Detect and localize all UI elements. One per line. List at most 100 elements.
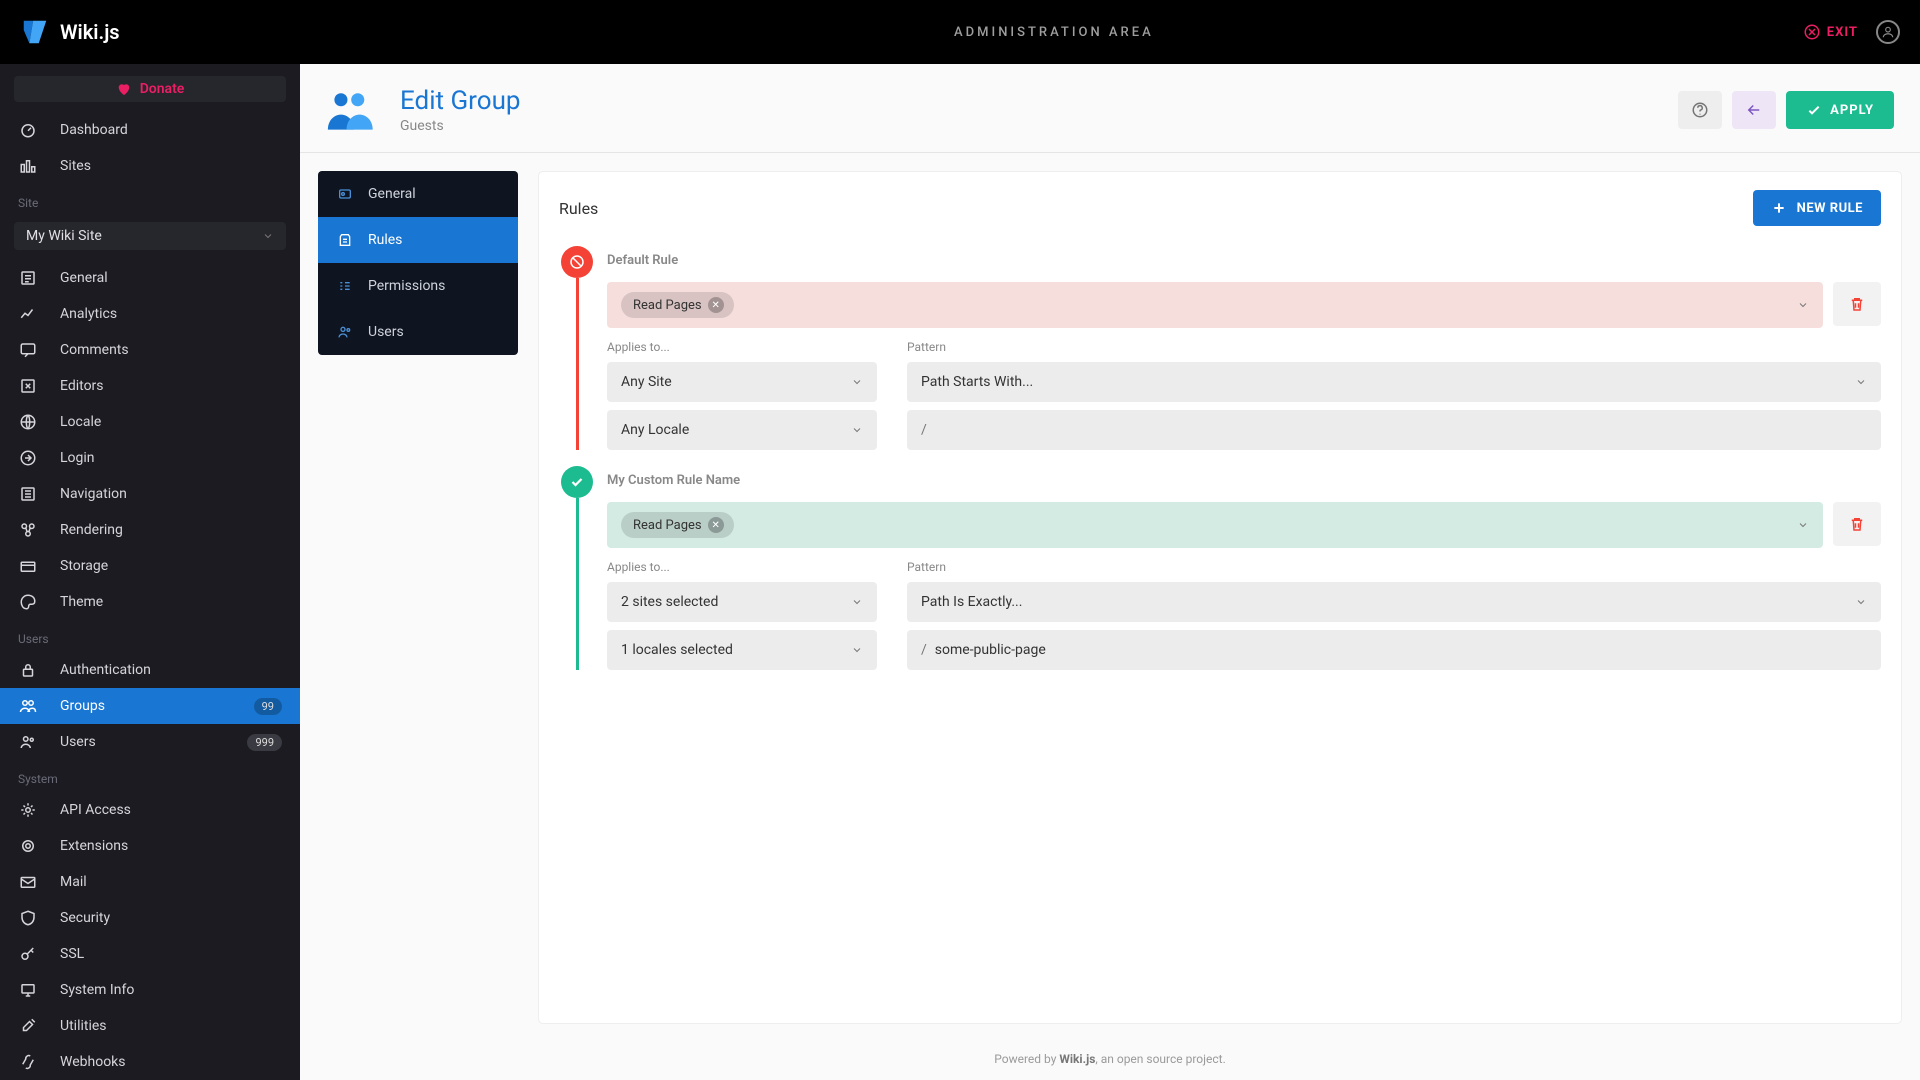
- sidebar-item-analytics[interactable]: Analytics: [0, 296, 300, 332]
- sidebar-item-label: Login: [60, 450, 95, 466]
- chevron-down-icon: [851, 644, 863, 656]
- sidebar-item-system-info[interactable]: System Info: [0, 972, 300, 1008]
- group-tabs: General Rules Permissions Users: [318, 171, 518, 355]
- sidebar-item-label: Locale: [60, 414, 101, 430]
- sidebar-item-mail[interactable]: Mail: [0, 864, 300, 900]
- info-icon: [18, 980, 38, 1000]
- mail-icon: [18, 872, 38, 892]
- sidebar-item-label: Rendering: [60, 522, 123, 538]
- site-selector[interactable]: My Wiki Site: [14, 222, 286, 250]
- sidebar-item-locale[interactable]: Locale: [0, 404, 300, 440]
- sidebar-item-navigation[interactable]: Navigation: [0, 476, 300, 512]
- users-icon: [18, 732, 38, 752]
- delete-rule-button[interactable]: [1833, 502, 1881, 546]
- sidebar-item-extensions[interactable]: Extensions: [0, 828, 300, 864]
- sidebar-item-users[interactable]: Users999: [0, 724, 300, 760]
- exit-button[interactable]: EXIT: [1803, 23, 1858, 41]
- help-button[interactable]: [1678, 91, 1722, 129]
- chevron-down-icon: [1797, 299, 1809, 311]
- chip-remove-button[interactable]: ✕: [708, 517, 724, 533]
- sidebar-item-label: Storage: [60, 558, 108, 574]
- tab-rules[interactable]: Rules: [318, 217, 518, 263]
- chevron-down-icon: [1797, 519, 1809, 531]
- plus-icon: [1771, 200, 1787, 216]
- sidebar-item-sites[interactable]: Sites: [0, 148, 300, 184]
- rule-locale-select[interactable]: 1 locales selected: [607, 630, 877, 670]
- sidebar-item-groups[interactable]: Groups99: [0, 688, 300, 724]
- users-icon: [336, 323, 354, 341]
- api-icon: [18, 800, 38, 820]
- sidebar-item-editors[interactable]: Editors: [0, 368, 300, 404]
- rule-locale-select[interactable]: Any Locale: [607, 410, 877, 450]
- sidebar-item-theme[interactable]: Theme: [0, 584, 300, 620]
- sidebar-item-label: SSL: [60, 946, 84, 962]
- heart-icon: [116, 81, 132, 97]
- rule-block: My Custom Rule Name Read Pages ✕: [539, 460, 1901, 680]
- rule-permissions-select[interactable]: Read Pages ✕: [607, 502, 1823, 548]
- sidebar-item-label: Editors: [60, 378, 104, 394]
- rule-type-icon: [561, 466, 593, 498]
- new-rule-button[interactable]: NEW RULE: [1753, 190, 1881, 226]
- sidebar-item-label: Webhooks: [60, 1054, 126, 1070]
- sidebar-item-ssl[interactable]: SSL: [0, 936, 300, 972]
- sidebar-item-label: Theme: [60, 594, 103, 610]
- rule-pattern-mode-select[interactable]: Path Is Exactly...: [907, 582, 1881, 622]
- admin-area-label: ADMINISTRATION AREA: [305, 25, 1803, 40]
- sidebar-item-login[interactable]: Login: [0, 440, 300, 476]
- tab-permissions[interactable]: Permissions: [318, 263, 518, 309]
- apply-button[interactable]: APPLY: [1786, 91, 1894, 129]
- sidebar-item-rendering[interactable]: Rendering: [0, 512, 300, 548]
- sidebar-item-dashboard[interactable]: Dashboard: [0, 112, 300, 148]
- sidebar-section-users: Users: [0, 620, 300, 652]
- sidebar-item-label: Utilities: [60, 1018, 107, 1034]
- sidebar-item-label: Extensions: [60, 838, 128, 854]
- page-header: Edit Group Guests APPLY: [300, 64, 1920, 153]
- rule-timeline-line: [576, 498, 579, 670]
- permission-chip: Read Pages ✕: [621, 512, 734, 538]
- delete-rule-button[interactable]: [1833, 282, 1881, 326]
- sidebar-item-general[interactable]: General: [0, 260, 300, 296]
- path-prefix: /: [921, 642, 927, 658]
- donate-button[interactable]: Donate: [14, 76, 286, 102]
- rule-locale-value: Any Locale: [621, 422, 689, 438]
- rules-title: Rules: [559, 199, 598, 218]
- rule-pattern-mode-select[interactable]: Path Starts With...: [907, 362, 1881, 402]
- rule-permissions-select[interactable]: Read Pages ✕: [607, 282, 1823, 328]
- page-subtitle: Guests: [400, 118, 1678, 134]
- sidebar-item-authentication[interactable]: Authentication: [0, 652, 300, 688]
- tab-general[interactable]: General: [318, 171, 518, 217]
- sidebar-item-webhooks[interactable]: Webhooks: [0, 1044, 300, 1080]
- shield-icon: [18, 908, 38, 928]
- app-name: Wiki.js: [60, 20, 120, 44]
- sidebar-item-label: Authentication: [60, 662, 151, 678]
- rule-pattern-input[interactable]: / some-public-page: [907, 630, 1881, 670]
- logo[interactable]: Wiki.js: [20, 17, 305, 47]
- rule-pattern-value: some-public-page: [935, 642, 1046, 658]
- webhooks-icon: [18, 1052, 38, 1072]
- user-menu-button[interactable]: [1876, 20, 1900, 44]
- rule-pattern-input[interactable]: /: [907, 410, 1881, 450]
- rule-name: Default Rule: [607, 253, 1881, 268]
- groups-icon: [18, 696, 38, 716]
- main-content: Edit Group Guests APPLY General Rules Pe…: [300, 64, 1920, 1080]
- sidebar-item-label: API Access: [60, 802, 131, 818]
- rule-name: My Custom Rule Name: [607, 473, 1881, 488]
- rule-type-icon: [561, 246, 593, 278]
- tab-users[interactable]: Users: [318, 309, 518, 355]
- rule-site-select[interactable]: 2 sites selected: [607, 582, 877, 622]
- sidebar-item-api-access[interactable]: API Access: [0, 792, 300, 828]
- tab-label: Permissions: [368, 278, 445, 294]
- sidebar-item-storage[interactable]: Storage: [0, 548, 300, 584]
- extensions-icon: [18, 836, 38, 856]
- rule-site-select[interactable]: Any Site: [607, 362, 877, 402]
- sidebar-item-utilities[interactable]: Utilities: [0, 1008, 300, 1044]
- exit-icon: [1803, 23, 1821, 41]
- arrow-left-icon: [1745, 101, 1763, 119]
- back-button[interactable]: [1732, 91, 1776, 129]
- sidebar-item-security[interactable]: Security: [0, 900, 300, 936]
- permission-chip-label: Read Pages: [633, 518, 702, 533]
- rule-timeline-line: [576, 278, 579, 450]
- chevron-down-icon: [262, 230, 274, 242]
- sidebar-item-comments[interactable]: Comments: [0, 332, 300, 368]
- chip-remove-button[interactable]: ✕: [708, 297, 724, 313]
